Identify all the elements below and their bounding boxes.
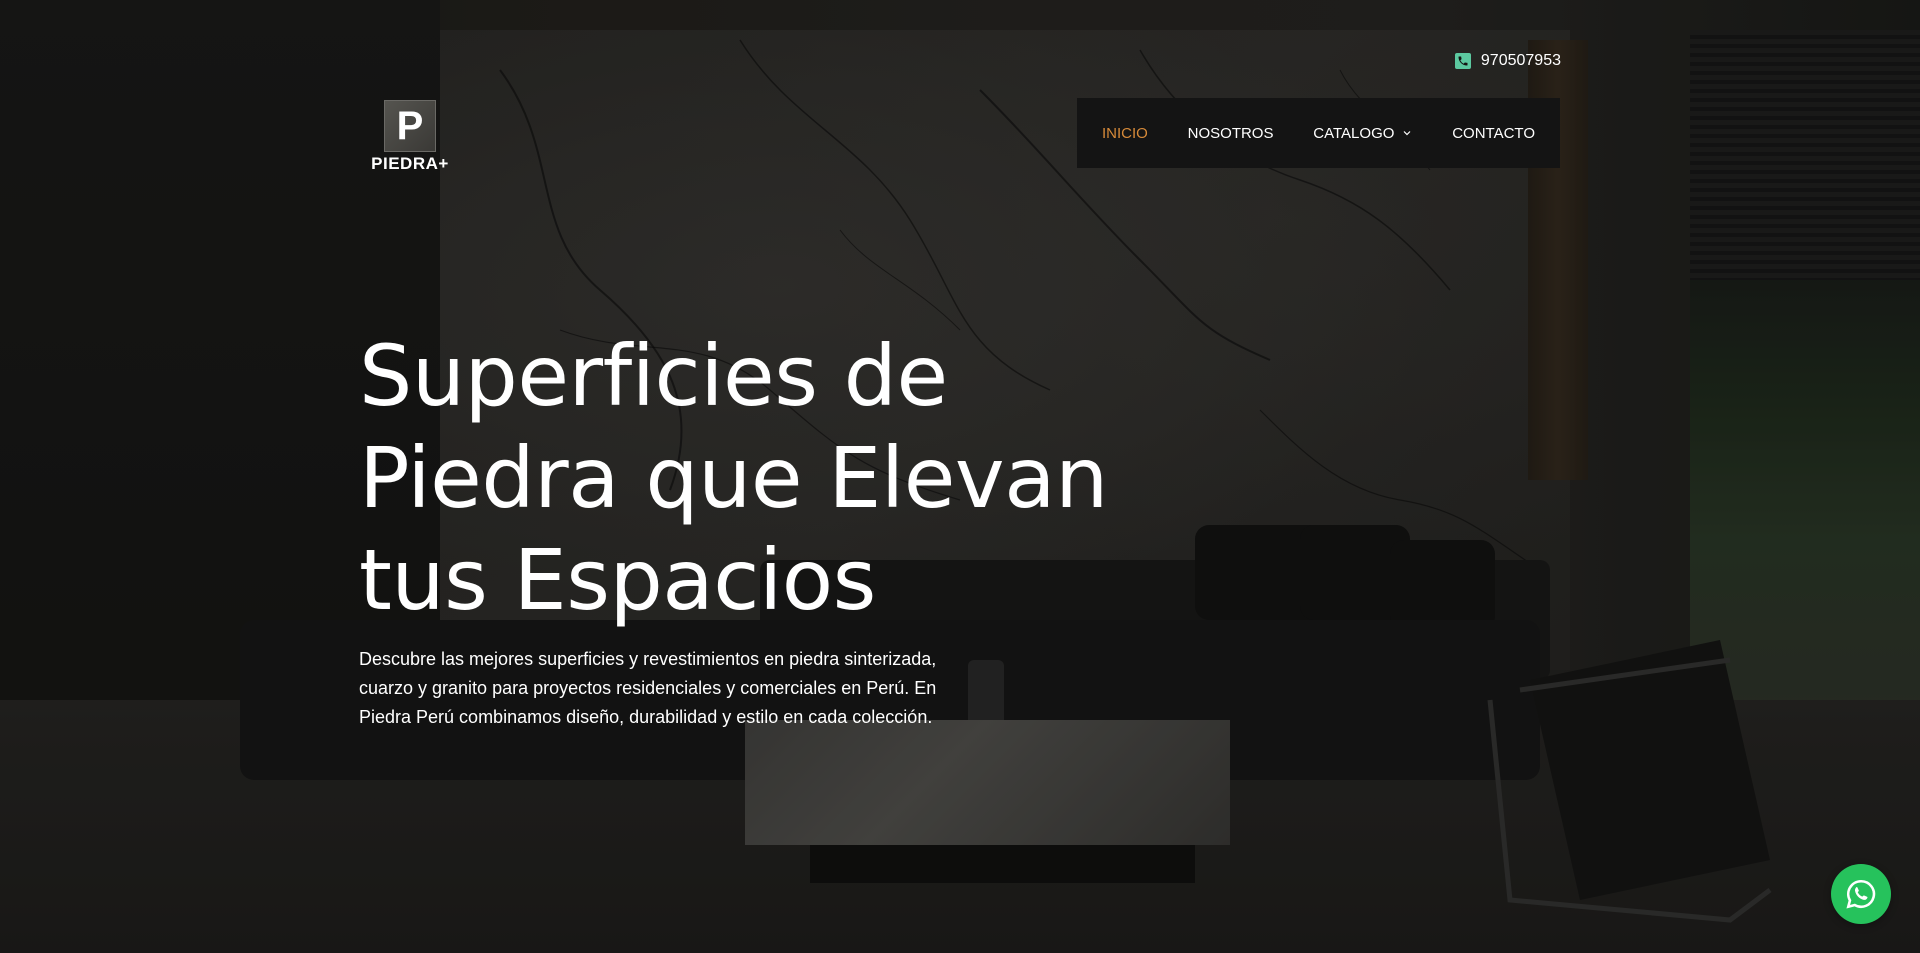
nav-item-label: INICIO — [1102, 124, 1148, 142]
phone-icon — [1454, 53, 1471, 69]
nav-item-inicio[interactable]: INICIO — [1102, 125, 1148, 142]
whatsapp-icon — [1846, 879, 1876, 909]
hero-section: 970507953 P PIEDRA+ INICIO NOSOTROS CATA… — [0, 0, 1920, 953]
main-nav: INICIO NOSOTROS CATALOGO CONTACTO — [1077, 98, 1560, 168]
nav-item-label: CONTACTO — [1452, 124, 1535, 142]
logo-mark: P — [384, 100, 436, 152]
logo-wordmark: PIEDRA+ — [371, 154, 449, 173]
hero-headline: Superficies de Piedra que Elevan tus Esp… — [359, 327, 1108, 629]
nav-item-catalogo[interactable]: CATALOGO — [1313, 125, 1412, 142]
chevron-down-icon — [1403, 131, 1411, 136]
site-logo[interactable]: P PIEDRA+ — [364, 100, 456, 176]
whatsapp-button[interactable] — [1831, 864, 1891, 924]
nav-item-label: CATALOGO — [1313, 124, 1395, 142]
header-phone[interactable]: 970507953 — [1454, 52, 1561, 70]
phone-number: 970507953 — [1480, 52, 1561, 69]
nav-item-label: NOSOTROS — [1187, 124, 1274, 142]
nav-item-contacto[interactable]: CONTACTO — [1452, 125, 1535, 142]
logo-mark-letter: P — [396, 104, 424, 148]
hero-description: Descubre las mejores superficies y reves… — [359, 649, 937, 727]
nav-item-nosotros[interactable]: NOSOTROS — [1188, 125, 1274, 142]
